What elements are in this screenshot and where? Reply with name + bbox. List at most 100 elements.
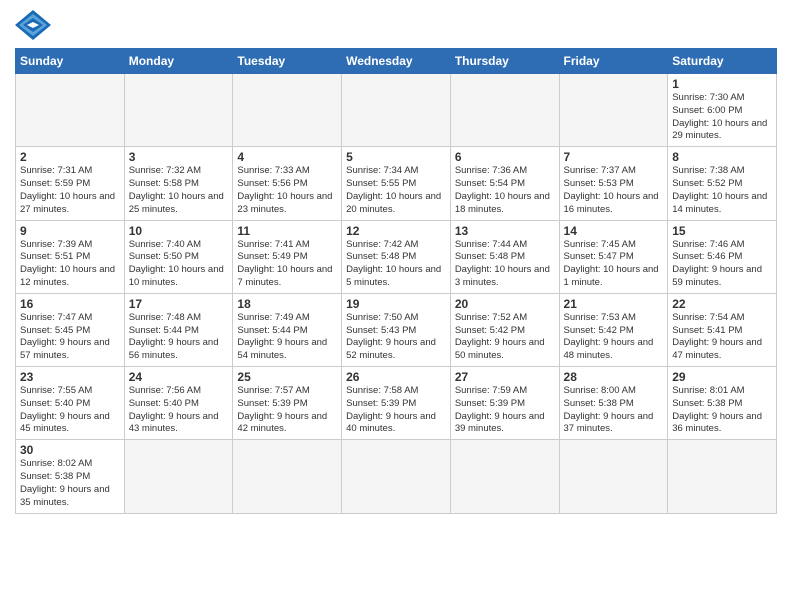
day-info: Sunrise: 7:39 AM Sunset: 5:51 PM Dayligh… [20, 239, 120, 290]
day-number: 27 [455, 370, 555, 384]
day-info: Sunrise: 7:46 AM Sunset: 5:46 PM Dayligh… [672, 239, 772, 290]
day-number: 18 [237, 297, 337, 311]
calendar-cell: 7Sunrise: 7:37 AM Sunset: 5:53 PM Daylig… [559, 147, 668, 220]
weekday-header-thursday: Thursday [450, 49, 559, 74]
day-number: 30 [20, 443, 120, 457]
calendar-week-row: 1Sunrise: 7:30 AM Sunset: 6:00 PM Daylig… [16, 74, 777, 147]
day-number: 19 [346, 297, 446, 311]
day-info: Sunrise: 7:44 AM Sunset: 5:48 PM Dayligh… [455, 239, 555, 290]
day-number: 11 [237, 224, 337, 238]
calendar-cell [342, 74, 451, 147]
day-info: Sunrise: 7:58 AM Sunset: 5:39 PM Dayligh… [346, 385, 446, 436]
day-info: Sunrise: 7:57 AM Sunset: 5:39 PM Dayligh… [237, 385, 337, 436]
calendar-cell: 11Sunrise: 7:41 AM Sunset: 5:49 PM Dayli… [233, 220, 342, 293]
day-info: Sunrise: 7:42 AM Sunset: 5:48 PM Dayligh… [346, 239, 446, 290]
day-info: Sunrise: 7:52 AM Sunset: 5:42 PM Dayligh… [455, 312, 555, 363]
calendar-cell: 19Sunrise: 7:50 AM Sunset: 5:43 PM Dayli… [342, 293, 451, 366]
day-info: Sunrise: 7:31 AM Sunset: 5:59 PM Dayligh… [20, 165, 120, 216]
calendar-cell: 30Sunrise: 8:02 AM Sunset: 5:38 PM Dayli… [16, 440, 125, 513]
day-info: Sunrise: 7:56 AM Sunset: 5:40 PM Dayligh… [129, 385, 229, 436]
day-info: Sunrise: 7:50 AM Sunset: 5:43 PM Dayligh… [346, 312, 446, 363]
day-number: 7 [564, 150, 664, 164]
day-info: Sunrise: 8:00 AM Sunset: 5:38 PM Dayligh… [564, 385, 664, 436]
page: SundayMondayTuesdayWednesdayThursdayFrid… [0, 0, 792, 524]
day-info: Sunrise: 7:41 AM Sunset: 5:49 PM Dayligh… [237, 239, 337, 290]
calendar-cell: 6Sunrise: 7:36 AM Sunset: 5:54 PM Daylig… [450, 147, 559, 220]
day-number: 8 [672, 150, 772, 164]
day-number: 4 [237, 150, 337, 164]
day-info: Sunrise: 7:49 AM Sunset: 5:44 PM Dayligh… [237, 312, 337, 363]
calendar-cell: 17Sunrise: 7:48 AM Sunset: 5:44 PM Dayli… [124, 293, 233, 366]
day-info: Sunrise: 8:01 AM Sunset: 5:38 PM Dayligh… [672, 385, 772, 436]
calendar-cell [450, 74, 559, 147]
weekday-header-monday: Monday [124, 49, 233, 74]
logo-icon [15, 10, 51, 40]
day-info: Sunrise: 7:48 AM Sunset: 5:44 PM Dayligh… [129, 312, 229, 363]
weekday-header-sunday: Sunday [16, 49, 125, 74]
calendar-cell [124, 74, 233, 147]
calendar-cell: 23Sunrise: 7:55 AM Sunset: 5:40 PM Dayli… [16, 367, 125, 440]
calendar-week-row: 16Sunrise: 7:47 AM Sunset: 5:45 PM Dayli… [16, 293, 777, 366]
calendar-cell [668, 440, 777, 513]
calendar-week-row: 30Sunrise: 8:02 AM Sunset: 5:38 PM Dayli… [16, 440, 777, 513]
day-number: 13 [455, 224, 555, 238]
calendar-cell: 9Sunrise: 7:39 AM Sunset: 5:51 PM Daylig… [16, 220, 125, 293]
calendar-cell [16, 74, 125, 147]
calendar-cell: 26Sunrise: 7:58 AM Sunset: 5:39 PM Dayli… [342, 367, 451, 440]
day-number: 25 [237, 370, 337, 384]
calendar-cell: 16Sunrise: 7:47 AM Sunset: 5:45 PM Dayli… [16, 293, 125, 366]
day-info: Sunrise: 7:38 AM Sunset: 5:52 PM Dayligh… [672, 165, 772, 216]
calendar-cell: 3Sunrise: 7:32 AM Sunset: 5:58 PM Daylig… [124, 147, 233, 220]
day-number: 26 [346, 370, 446, 384]
calendar-cell: 29Sunrise: 8:01 AM Sunset: 5:38 PM Dayli… [668, 367, 777, 440]
calendar-cell [559, 440, 668, 513]
day-info: Sunrise: 7:59 AM Sunset: 5:39 PM Dayligh… [455, 385, 555, 436]
calendar-week-row: 2Sunrise: 7:31 AM Sunset: 5:59 PM Daylig… [16, 147, 777, 220]
day-number: 28 [564, 370, 664, 384]
calendar-cell: 13Sunrise: 7:44 AM Sunset: 5:48 PM Dayli… [450, 220, 559, 293]
calendar-cell: 8Sunrise: 7:38 AM Sunset: 5:52 PM Daylig… [668, 147, 777, 220]
day-info: Sunrise: 7:40 AM Sunset: 5:50 PM Dayligh… [129, 239, 229, 290]
day-number: 20 [455, 297, 555, 311]
day-info: Sunrise: 8:02 AM Sunset: 5:38 PM Dayligh… [20, 458, 120, 509]
day-number: 21 [564, 297, 664, 311]
calendar-cell: 22Sunrise: 7:54 AM Sunset: 5:41 PM Dayli… [668, 293, 777, 366]
calendar-week-row: 9Sunrise: 7:39 AM Sunset: 5:51 PM Daylig… [16, 220, 777, 293]
day-info: Sunrise: 7:33 AM Sunset: 5:56 PM Dayligh… [237, 165, 337, 216]
day-number: 6 [455, 150, 555, 164]
day-number: 5 [346, 150, 446, 164]
day-number: 9 [20, 224, 120, 238]
calendar-cell [450, 440, 559, 513]
day-number: 17 [129, 297, 229, 311]
day-number: 12 [346, 224, 446, 238]
calendar-cell: 20Sunrise: 7:52 AM Sunset: 5:42 PM Dayli… [450, 293, 559, 366]
day-info: Sunrise: 7:34 AM Sunset: 5:55 PM Dayligh… [346, 165, 446, 216]
calendar-cell: 14Sunrise: 7:45 AM Sunset: 5:47 PM Dayli… [559, 220, 668, 293]
calendar-week-row: 23Sunrise: 7:55 AM Sunset: 5:40 PM Dayli… [16, 367, 777, 440]
day-number: 16 [20, 297, 120, 311]
day-number: 2 [20, 150, 120, 164]
calendar-cell [233, 74, 342, 147]
logo [15, 10, 55, 40]
day-number: 15 [672, 224, 772, 238]
day-info: Sunrise: 7:47 AM Sunset: 5:45 PM Dayligh… [20, 312, 120, 363]
day-info: Sunrise: 7:54 AM Sunset: 5:41 PM Dayligh… [672, 312, 772, 363]
calendar-cell [559, 74, 668, 147]
day-info: Sunrise: 7:45 AM Sunset: 5:47 PM Dayligh… [564, 239, 664, 290]
weekday-header-wednesday: Wednesday [342, 49, 451, 74]
day-info: Sunrise: 7:36 AM Sunset: 5:54 PM Dayligh… [455, 165, 555, 216]
calendar-cell [233, 440, 342, 513]
day-info: Sunrise: 7:55 AM Sunset: 5:40 PM Dayligh… [20, 385, 120, 436]
day-number: 10 [129, 224, 229, 238]
calendar-cell: 2Sunrise: 7:31 AM Sunset: 5:59 PM Daylig… [16, 147, 125, 220]
day-info: Sunrise: 7:37 AM Sunset: 5:53 PM Dayligh… [564, 165, 664, 216]
day-number: 29 [672, 370, 772, 384]
day-info: Sunrise: 7:30 AM Sunset: 6:00 PM Dayligh… [672, 92, 772, 143]
day-number: 1 [672, 77, 772, 91]
calendar-cell: 4Sunrise: 7:33 AM Sunset: 5:56 PM Daylig… [233, 147, 342, 220]
weekday-header-row: SundayMondayTuesdayWednesdayThursdayFrid… [16, 49, 777, 74]
calendar-cell: 18Sunrise: 7:49 AM Sunset: 5:44 PM Dayli… [233, 293, 342, 366]
calendar-cell: 15Sunrise: 7:46 AM Sunset: 5:46 PM Dayli… [668, 220, 777, 293]
calendar-cell: 28Sunrise: 8:00 AM Sunset: 5:38 PM Dayli… [559, 367, 668, 440]
calendar-cell: 24Sunrise: 7:56 AM Sunset: 5:40 PM Dayli… [124, 367, 233, 440]
